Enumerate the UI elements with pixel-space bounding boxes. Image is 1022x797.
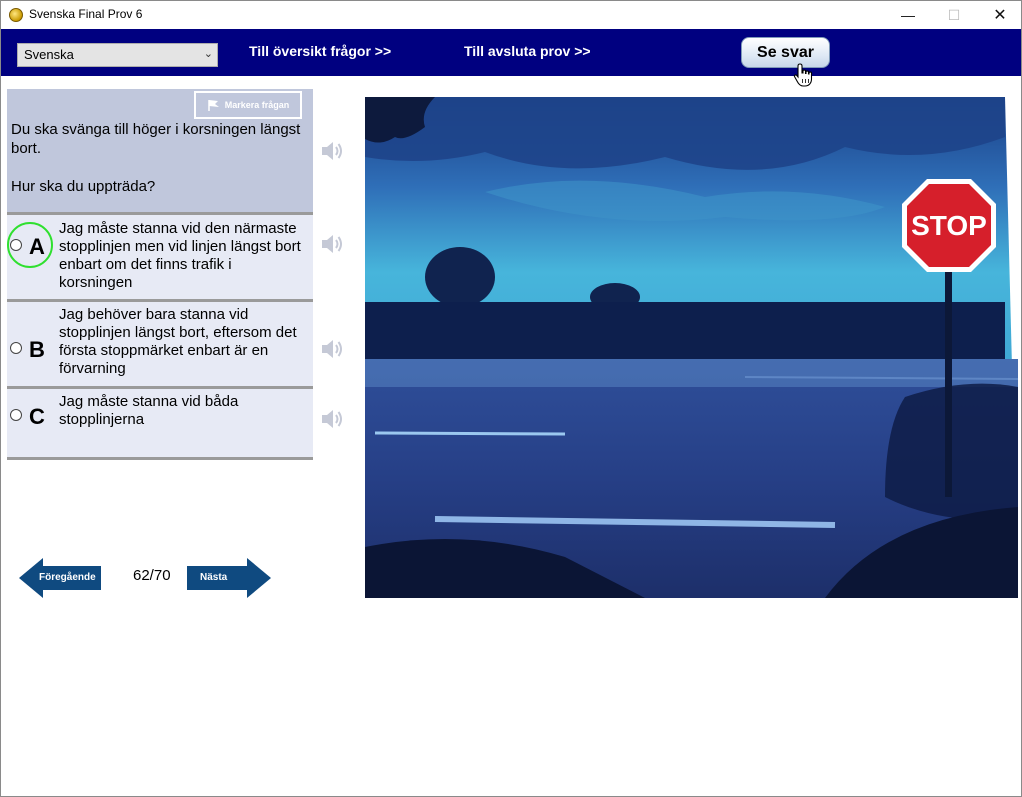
mark-question-button[interactable]: Markera frågan xyxy=(194,91,302,119)
maximize-button[interactable]: ☐ xyxy=(931,1,977,29)
answer-letter: C xyxy=(29,404,45,429)
speaker-icon[interactable] xyxy=(320,338,344,360)
app-window: Svenska Final Prov 6 — ☐ ✕ Svenska ⌄ Til… xyxy=(0,0,1022,797)
answer-option-b[interactable]: B Jag behöver bara stanna vid stopplinje… xyxy=(7,299,313,387)
window-title: Svenska Final Prov 6 xyxy=(29,7,143,21)
previous-label: Föregående xyxy=(39,572,96,583)
answer-option-a[interactable]: A Jag måste stanna vid den närmaste stop… xyxy=(7,212,313,302)
title-bar: Svenska Final Prov 6 — ☐ ✕ xyxy=(1,1,1021,29)
minimize-button[interactable]: — xyxy=(885,1,931,29)
answer-letter: A xyxy=(29,234,45,259)
speaker-icon[interactable] xyxy=(320,408,344,430)
chevron-down-icon: ⌄ xyxy=(203,48,213,60)
speaker-icon[interactable] xyxy=(320,140,344,162)
language-select-value: Svenska xyxy=(24,47,74,62)
road-scene-image: STOP xyxy=(365,97,1018,598)
answer-letter: B xyxy=(29,337,45,362)
overview-link[interactable]: Till översikt frågor >> xyxy=(249,43,391,59)
answer-text: Jag behöver bara stanna vid stopplinjen … xyxy=(59,306,297,377)
answer-text: Jag måste stanna vid båda stopplinjerna xyxy=(59,393,239,428)
next-button[interactable]: Nästa xyxy=(187,558,271,598)
speaker-icon[interactable] xyxy=(320,233,344,255)
answer-a-radio[interactable] xyxy=(10,239,22,251)
next-label: Nästa xyxy=(200,572,228,583)
close-button[interactable]: ✕ xyxy=(977,1,1022,29)
answer-c-radio[interactable] xyxy=(10,409,22,421)
answer-text: Jag måste stanna vid den närmaste stoppl… xyxy=(59,220,301,291)
hand-cursor-icon xyxy=(793,63,813,87)
answer-option-c[interactable]: C Jag måste stanna vid båda stopplinjern… xyxy=(7,386,313,460)
app-coin-icon xyxy=(9,8,23,22)
question-panel: Markera frågan Du ska svänga till höger … xyxy=(7,89,313,213)
language-select[interactable]: Svenska ⌄ xyxy=(17,43,218,67)
stop-sign-text: STOP xyxy=(911,210,987,241)
finish-exam-link[interactable]: Till avsluta prov >> xyxy=(464,43,591,59)
mark-question-label: Markera frågan xyxy=(224,100,290,110)
answer-b-radio[interactable] xyxy=(10,342,22,354)
flag-icon xyxy=(207,100,219,111)
top-navbar: Svenska ⌄ Till översikt frågor >> Till a… xyxy=(1,29,1021,76)
question-counter: 62/70 xyxy=(133,567,171,584)
see-answer-button[interactable]: Se svar xyxy=(741,37,830,68)
previous-button[interactable]: Föregående xyxy=(19,558,103,598)
question-text: Du ska svänga till höger i korsningen lä… xyxy=(11,121,301,195)
